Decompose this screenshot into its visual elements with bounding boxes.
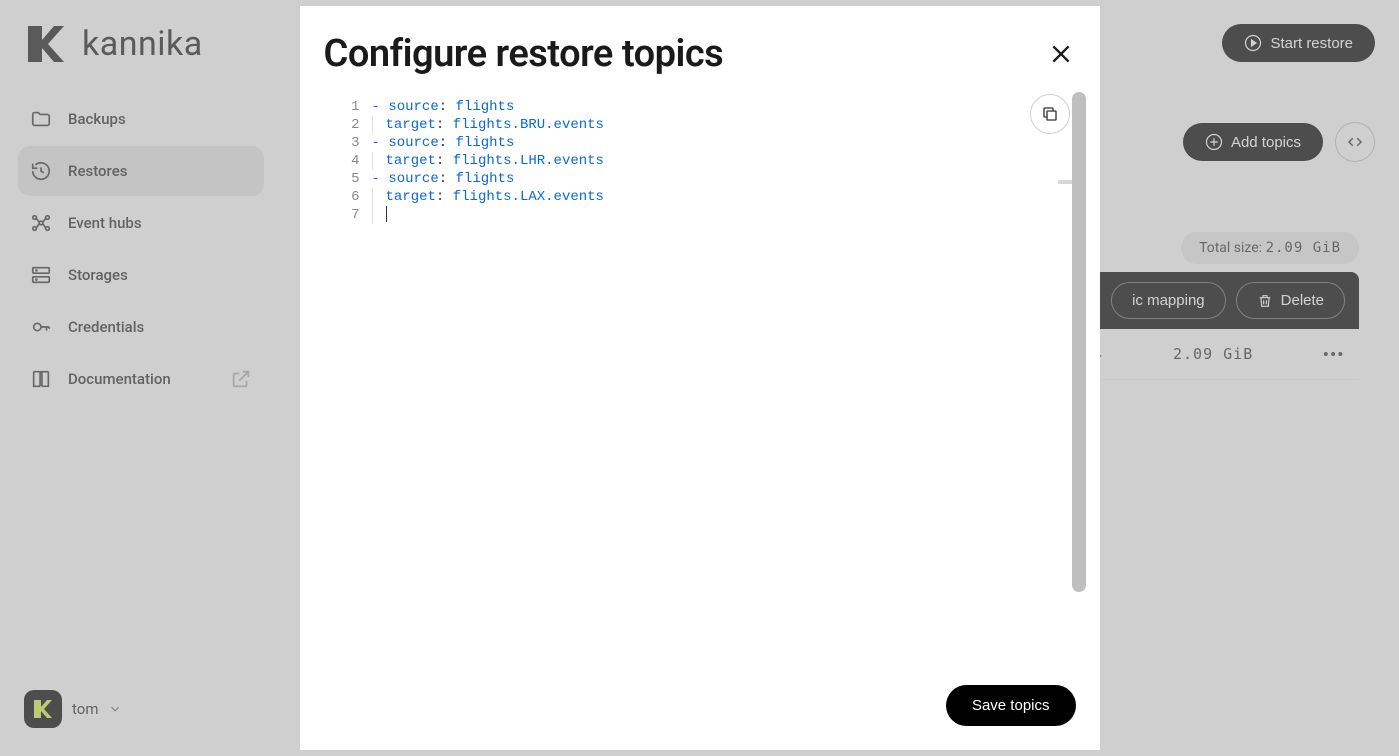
scrollbar-thumb[interactable] xyxy=(1072,92,1086,592)
editor-gutter: 1234567 xyxy=(324,92,372,667)
yaml-editor[interactable]: 1234567 - source: flightstarget: flights… xyxy=(324,92,1076,667)
modal-overlay[interactable]: Configure restore topics 1234567 - sourc… xyxy=(0,0,1399,756)
save-topics-button[interactable]: Save topics xyxy=(946,685,1076,726)
configure-topics-modal: Configure restore topics 1234567 - sourc… xyxy=(300,6,1100,750)
copy-icon xyxy=(1041,105,1059,123)
minimap-highlight xyxy=(1058,180,1072,184)
save-topics-label: Save topics xyxy=(972,697,1050,714)
copy-button[interactable] xyxy=(1030,94,1070,134)
modal-header: Configure restore topics xyxy=(300,6,1100,92)
editor-scrollbar[interactable] xyxy=(1072,92,1086,667)
editor-code[interactable]: - source: flightstarget: flights.BRU.eve… xyxy=(372,92,604,667)
modal-footer: Save topics xyxy=(300,667,1100,750)
close-icon[interactable] xyxy=(1048,41,1074,67)
modal-title: Configure restore topics xyxy=(324,32,724,76)
